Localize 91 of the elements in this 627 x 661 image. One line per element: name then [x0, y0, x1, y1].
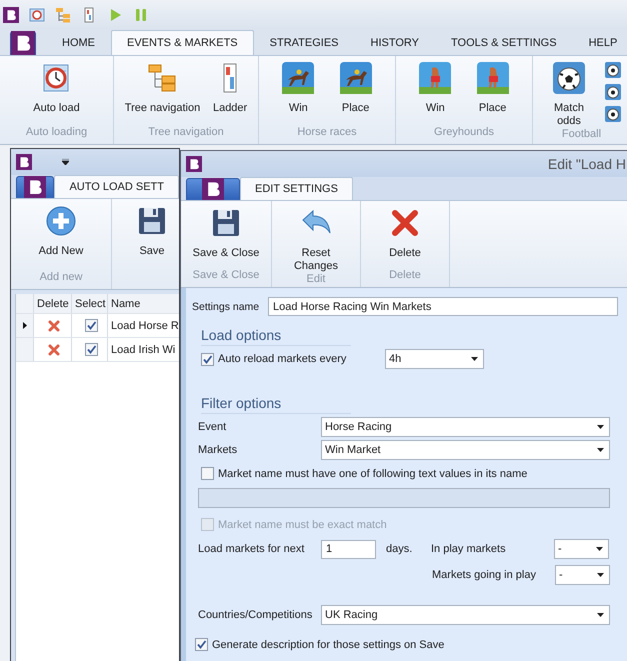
unit-label: days. — [386, 543, 414, 555]
app-menu-tab[interactable] — [186, 178, 240, 200]
tab[interactable]: EVENTS & MARKETS — [111, 30, 254, 55]
ribbon-button[interactable]: Reset Changes — [289, 207, 343, 273]
ribbon-button[interactable]: Place — [338, 62, 374, 115]
dropdown[interactable]: - — [554, 539, 609, 559]
checkbox-label: Market name must have one of following text values in its name — [218, 468, 528, 480]
checkbox[interactable] — [201, 352, 214, 366]
row-header[interactable] — [16, 314, 34, 337]
checkbox-label: Auto reload markets every — [218, 353, 348, 365]
number-field[interactable]: 1 — [321, 540, 376, 558]
table-cell-text: Load Irish Wi — [110, 342, 176, 358]
group-label: Greyhounds — [434, 126, 494, 140]
tab[interactable]: HOME — [46, 30, 111, 55]
window-title: Edit "Load H — [548, 156, 626, 172]
dog-icon — [419, 62, 452, 94]
tab[interactable]: TOOLS & SETTINGS — [435, 30, 573, 55]
group-label: Tree navigation — [148, 126, 224, 140]
tree-icon[interactable] — [55, 6, 71, 22]
logo-icon — [16, 154, 32, 170]
group-label: Add new — [40, 271, 82, 285]
ribbon-button[interactable]: Auto load — [31, 62, 82, 115]
logo-icon — [24, 176, 46, 198]
logo-icon — [3, 6, 19, 22]
field-label: Countries/Competitions — [198, 609, 314, 621]
caret-icon — [597, 613, 604, 617]
ribbon-button[interactable]: Tree navigation — [122, 62, 202, 115]
group-label: Horse races — [297, 126, 357, 140]
field-label: Markets going in play — [432, 569, 537, 581]
tree-icon — [146, 62, 178, 94]
group-label: Delete — [389, 269, 421, 283]
group-label: Football — [562, 128, 602, 142]
checkbox[interactable] — [195, 638, 208, 651]
group-label: Save & Close — [192, 269, 260, 283]
plus-icon — [44, 205, 77, 237]
caret-icon — [596, 547, 603, 551]
text-field[interactable]: Load Horse Racing Win Markets — [268, 297, 618, 316]
delete-icon — [389, 207, 421, 239]
horse-icon — [282, 62, 314, 94]
field-label: Settings name — [192, 300, 260, 312]
ribbon-button[interactable]: Place — [474, 62, 511, 115]
tab[interactable]: HISTORY — [354, 30, 436, 55]
delete-icon[interactable] — [48, 320, 60, 332]
caret-icon — [471, 357, 478, 361]
tab[interactable]: STRATEGIES — [254, 30, 355, 55]
section-heading: Filter options — [201, 395, 351, 414]
column-header[interactable]: Select — [72, 294, 108, 313]
column-header[interactable]: Delete — [34, 294, 72, 313]
dropdown[interactable]: Horse Racing — [321, 417, 610, 437]
field-label: Event — [198, 421, 228, 433]
field-label: Load markets for next — [198, 543, 306, 555]
logo-icon — [11, 31, 35, 55]
dog-icon — [476, 62, 509, 94]
dropdown[interactable]: - — [555, 565, 610, 585]
checkbox-label: Market name must be exact match — [218, 518, 387, 530]
dropdown[interactable]: 4h — [385, 349, 484, 369]
field-label: In play markets — [431, 543, 507, 555]
table-cell-text: Load Horse R — [110, 318, 179, 334]
ribbon-button[interactable]: Save — [134, 205, 170, 258]
column-header[interactable]: Name — [108, 294, 179, 313]
tab[interactable]: EDIT SETTINGS — [240, 177, 353, 200]
app-menu-tab[interactable] — [16, 176, 54, 198]
ribbon-button[interactable]: Match odds — [542, 62, 596, 128]
caret-icon — [597, 425, 604, 429]
section-heading: Load options — [201, 327, 351, 346]
caret-icon[interactable] — [62, 159, 69, 165]
checkbox[interactable] — [84, 343, 98, 356]
checkbox-label: Generate description for those settings on Save — [212, 638, 444, 650]
group-label: Edit — [306, 273, 326, 287]
app-menu-tab[interactable] — [10, 31, 36, 55]
group-label: Auto loading — [26, 126, 88, 140]
checkbox[interactable] — [201, 467, 214, 480]
ribbon-button[interactable]: Win — [417, 62, 454, 115]
caret-icon — [597, 448, 604, 452]
tab[interactable]: HELP — [572, 30, 627, 55]
logo-icon — [186, 156, 202, 172]
ribbon-button[interactable]: Win — [280, 62, 316, 115]
logo-icon — [202, 178, 224, 200]
checkbox[interactable] — [84, 319, 98, 332]
dropdown[interactable]: UK Racing — [321, 605, 610, 625]
field-label: Markets — [198, 444, 238, 456]
delete-icon[interactable] — [48, 344, 60, 356]
horse-icon — [340, 62, 372, 94]
ribbon-button[interactable]: Ladder — [210, 62, 250, 115]
dropdown[interactable]: Win Market — [321, 440, 610, 460]
caret-icon — [597, 573, 604, 577]
ribbon-button[interactable]: Delete — [387, 207, 423, 260]
ribbon-button[interactable]: Add New — [36, 205, 86, 258]
ribbon-button[interactable]: Save & Close — [190, 207, 262, 260]
current-row-icon — [22, 322, 26, 329]
tab[interactable]: AUTO LOAD SETT — [54, 175, 179, 198]
